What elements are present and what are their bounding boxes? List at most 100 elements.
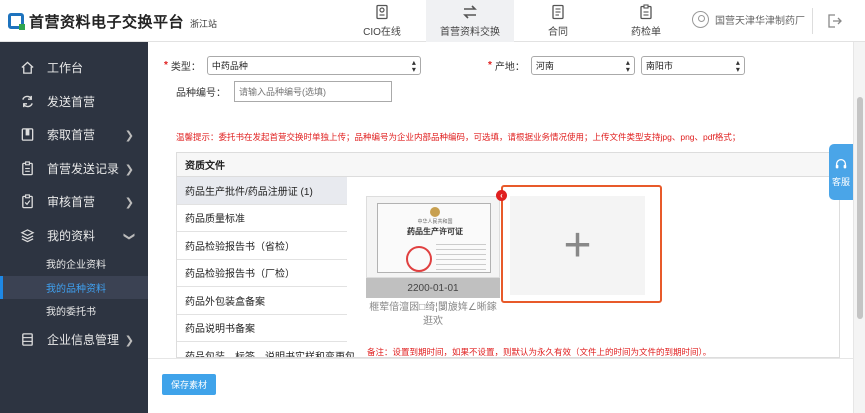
sidebar-item-label: 发送首营 <box>47 94 96 109</box>
type-select-value: 中药品种 <box>211 61 248 71</box>
bookmark-icon <box>21 128 34 142</box>
nav-label: 首营资料交换 <box>440 27 500 38</box>
clipboard-icon <box>640 4 652 20</box>
required-mark: * <box>164 60 168 71</box>
clipboard-icon <box>22 161 33 175</box>
exchange-icon <box>463 5 477 19</box>
sidebar-subitem-authorization[interactable]: 我的委托书 <box>0 299 148 323</box>
sidebar-item-label: 索取首营 <box>47 128 96 143</box>
user-name: 国营天津华津制药厂 <box>715 16 805 27</box>
sidebar-item-label: 我的资料 <box>47 228 96 243</box>
emblem-icon <box>430 207 440 217</box>
type-label: 类型： <box>170 62 201 73</box>
origin-row: * 产地： 河南 ▴ ▾ 南阳市 ▴ ▾ <box>488 56 745 75</box>
upload-area: + <box>510 196 645 295</box>
divider <box>812 8 813 34</box>
code-row: 品种编号： <box>176 81 392 102</box>
doc-type-item[interactable]: 药品生产批件/药品注册证 (1) <box>177 177 347 205</box>
document-icon <box>552 4 564 20</box>
logo[interactable]: 首营资料电子交换平台 浙江站 <box>8 10 217 32</box>
home-icon <box>21 61 34 75</box>
expiry-date[interactable]: 2200-01-01 <box>366 278 500 298</box>
tip-text: 温馨提示：委托书在发起首营交换时单独上传；品种编号为企业内部品种编码，可选填，请… <box>176 132 741 142</box>
sidebar: 工作台 发送首营 索取首营 ❯ 首营发送记录 ❯ 审核首营 ❯ 我的资料 ❯ 我… <box>0 42 148 413</box>
plus-icon: + <box>563 218 592 272</box>
sidebar-item-request[interactable]: 索取首营 ❯ <box>0 118 148 152</box>
nav-inspection[interactable]: 药检单 <box>602 0 690 42</box>
code-label: 品种编号： <box>176 88 226 99</box>
nav-cio-online[interactable]: CIO在线 <box>338 0 426 42</box>
headset-icon <box>835 158 847 168</box>
text-lines <box>436 240 486 270</box>
nav-label: 合同 <box>548 27 568 38</box>
city-select-value: 南阳市 <box>645 61 673 71</box>
save-material-button[interactable]: 保存素材 <box>162 374 216 395</box>
uploaded-file-card[interactable]: 中华人民共和国 药品生产许可证 2200-01-01 榧荤偣澶囦□绮¦闅旇姩∠晰… <box>366 196 500 334</box>
select-arrows-icon: ▴ ▾ <box>625 58 630 74</box>
chevron-right-icon: ❯ <box>124 334 134 347</box>
origin-label: 产地： <box>494 62 525 73</box>
database-icon <box>22 332 33 346</box>
customer-service-label: 客服 <box>831 176 850 187</box>
logo-subtitle: 浙江站 <box>190 18 218 29</box>
select-arrows-icon: ▴ ▾ <box>735 58 740 74</box>
remove-file-icon[interactable]: ‹ <box>496 190 507 201</box>
variety-code-input[interactable] <box>234 81 392 102</box>
logo-title: 首营资料电子交换平台 <box>29 13 185 31</box>
sidebar-item-workbench[interactable]: 工作台 <box>0 51 148 85</box>
sidebar-item-company-info[interactable]: 企业信息管理 ❯ <box>0 323 148 357</box>
select-arrows-icon: ▴ ▾ <box>411 58 416 74</box>
sidebar-item-send-record[interactable]: 首营发送记录 ❯ <box>0 152 148 186</box>
chevron-right-icon: ❯ <box>124 163 134 176</box>
logout-icon[interactable] <box>826 13 842 29</box>
top-nav: CIO在线 首营资料交换 合同 药检单 <box>338 0 690 42</box>
certificate-title: 药品生产许可证 <box>407 227 463 236</box>
certificate-image: 中华人民共和国 药品生产许可证 <box>377 203 491 273</box>
doc-type-item[interactable]: 药品包装、标签、说明书实样和变更包 <box>177 342 355 357</box>
note-text: 备注：设置到期时间，如果不设置，则默认为永久有效（文件上的时间为文件的到期时间）… <box>367 347 712 357</box>
user-menu[interactable]: 国营天津华津制药厂 <box>692 11 805 28</box>
province-select[interactable]: 河南 ▴ ▾ <box>530 56 635 75</box>
upload-button[interactable]: + <box>501 185 662 303</box>
required-mark: * <box>488 60 492 71</box>
file-name: 榧荤偣澶囦□绮¦闅旇姩∠晰鎵逛欢 <box>369 302 497 327</box>
nav-contract[interactable]: 合同 <box>514 0 602 42</box>
avatar-icon <box>692 11 709 28</box>
nav-first-exchange[interactable]: 首营资料交换 <box>426 0 514 42</box>
sidebar-item-label: 首营发送记录 <box>47 161 120 176</box>
type-select[interactable]: 中药品种 ▴ ▾ <box>206 56 421 75</box>
sidebar-item-label: 企业信息管理 <box>47 332 120 347</box>
chevron-right-icon: ❯ <box>124 197 134 209</box>
province-select-value: 河南 <box>535 61 554 71</box>
chevron-right-icon: ❯ <box>124 130 134 142</box>
top-bar: 首营资料电子交换平台 浙江站 CIO在线 首营资料交换 合同 药检单 国营天津华… <box>0 0 865 42</box>
sidebar-item-label: 工作台 <box>47 61 84 76</box>
doc-type-item[interactable]: 药品外包装盒备案 <box>177 287 347 315</box>
sidebar-item-my-data[interactable]: 我的资料 ❯ <box>0 219 148 253</box>
doc-type-item[interactable]: 药品检验报告书（省检） <box>177 232 347 260</box>
sidebar-item-review[interactable]: 审核首营 ❯ <box>0 185 148 219</box>
certificate-heading: 中华人民共和国 <box>417 219 453 225</box>
sidebar-item-send[interactable]: 发送首营 <box>0 85 148 119</box>
refresh-icon <box>22 95 33 107</box>
sidebar-item-label: 审核首营 <box>47 195 96 210</box>
certificate-thumbnail[interactable]: 中华人民共和国 药品生产许可证 <box>366 196 500 278</box>
logo-icon <box>8 13 25 30</box>
scrollbar[interactable] <box>853 42 865 413</box>
doc-type-item[interactable]: 药品质量标准 <box>177 205 347 232</box>
scrollbar-thumb[interactable] <box>857 97 863 319</box>
city-select[interactable]: 南阳市 ▴ ▾ <box>640 56 745 75</box>
chevron-down-icon: ❯ <box>122 231 135 241</box>
sidebar-subitem-company-data[interactable]: 我的企业资料 <box>0 252 148 276</box>
customer-service-button[interactable]: 客服 <box>829 144 853 200</box>
doc-type-item[interactable]: 药品检验报告书（厂检） <box>177 260 347 287</box>
doc-type-item[interactable]: 药品说明书备案 <box>177 315 347 342</box>
type-row: * 类型： 中药品种 ▴ ▾ <box>164 56 421 75</box>
sidebar-subitem-variety-data[interactable]: 我的品种资料 <box>0 275 148 299</box>
layers-icon <box>20 228 35 243</box>
footer-bar: 保存素材 <box>148 358 853 413</box>
clipboard-check-icon <box>22 194 33 209</box>
nav-label: CIO在线 <box>363 27 401 38</box>
nav-label: 药检单 <box>631 27 661 38</box>
card-icon <box>376 4 388 20</box>
